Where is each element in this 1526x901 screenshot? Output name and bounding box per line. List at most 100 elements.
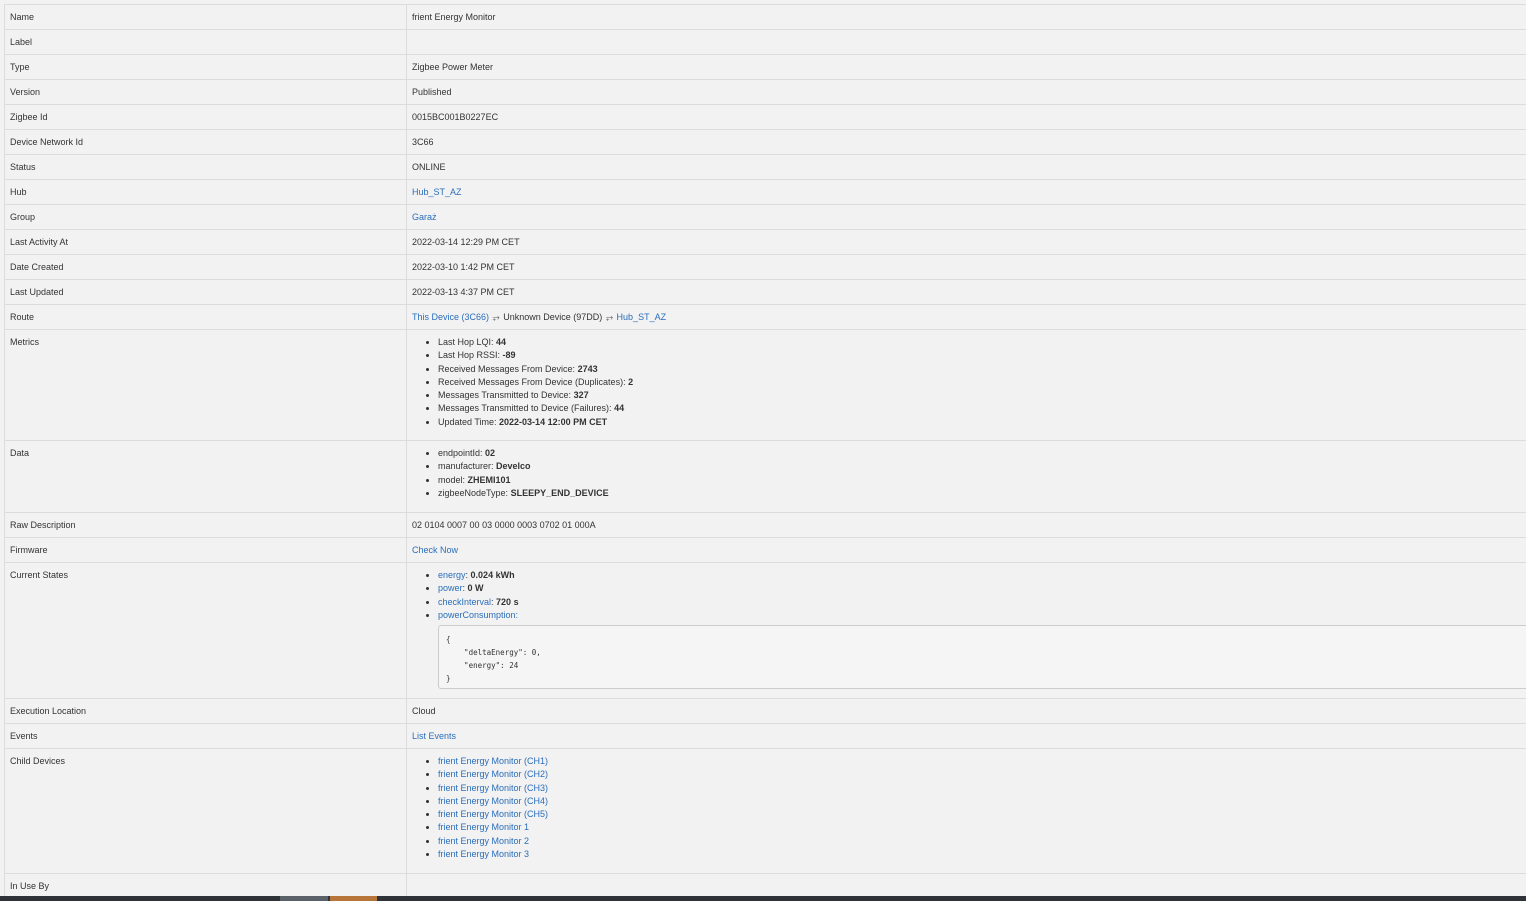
child-device-link[interactable]: frient Energy Monitor 1 xyxy=(438,822,529,832)
row-current-states: Current States energy: 0.024 kWh power: … xyxy=(4,562,1526,699)
metric-value: 327 xyxy=(573,390,589,401)
row-last-activity: Last Activity At 2022-03-14 12:29 PM CET xyxy=(4,229,1526,255)
route-hub-link[interactable]: Hub_ST_AZ xyxy=(617,312,667,322)
power-consumption-json: { "deltaEnergy": 0, "energy": 24 } xyxy=(438,625,1526,690)
metric-value: 44 xyxy=(496,337,507,347)
list-item: Messages Transmitted to Device: 327 xyxy=(438,389,1526,402)
data-key: manufacturer: xyxy=(438,461,497,472)
row-group: Group Garaż xyxy=(4,204,1526,230)
metric-value: 2022-03-14 12:00 PM CET xyxy=(499,416,608,427)
field-label: Device Network Id xyxy=(4,129,407,155)
list-item: zigbeeNodeType: SLEEPY_END_DEVICE xyxy=(438,487,1526,500)
field-label: Firmware xyxy=(4,537,407,563)
state-value: 0 W xyxy=(467,583,484,594)
list-item: frient Energy Monitor (CH3) xyxy=(438,782,1526,795)
field-label: In Use By xyxy=(4,873,407,899)
field-label: Last Activity At xyxy=(4,229,407,255)
data-key: endpointId: xyxy=(438,448,486,458)
in-use-by-value xyxy=(406,873,1526,899)
metrics-list: Last Hop LQI: 44 Last Hop RSSI: -89 Rece… xyxy=(412,336,1526,429)
list-item: energy: 0.024 kWh xyxy=(438,569,1526,582)
device-version-value: Published xyxy=(406,79,1526,105)
data-list: endpointId: 02 manufacturer: Develco mod… xyxy=(412,447,1526,500)
list-item: powerConsumption: xyxy=(438,609,1526,622)
state-checkinterval-link[interactable]: checkInterval xyxy=(438,597,491,607)
field-label: Route xyxy=(4,304,407,330)
list-item: frient Energy Monitor (CH2) xyxy=(438,768,1526,781)
metric-value: -89 xyxy=(502,350,516,361)
metric-key: Last Hop LQI: xyxy=(438,337,497,347)
field-label: Label xyxy=(4,29,407,55)
data-key: model: xyxy=(438,474,468,485)
data-value: ZHEMI101 xyxy=(467,474,511,485)
state-value: 0.024 kWh xyxy=(470,570,515,580)
row-route: Route This Device (3C66) ⥅ Unknown Devic… xyxy=(4,304,1526,330)
field-label: Version xyxy=(4,79,407,105)
child-device-link[interactable]: frient Energy Monitor (CH1) xyxy=(438,756,548,766)
row-execution-location: Execution Location Cloud xyxy=(4,698,1526,724)
list-events-link[interactable]: List Events xyxy=(412,731,456,741)
child-device-link[interactable]: frient Energy Monitor (CH2) xyxy=(438,769,548,779)
field-label: Zigbee Id xyxy=(4,104,407,130)
state-power-link[interactable]: power xyxy=(438,583,463,593)
metric-value: 2 xyxy=(628,376,634,387)
route-middle-device: Unknown Device (97DD) xyxy=(503,312,603,322)
field-label: Execution Location xyxy=(4,698,407,724)
device-network-id-value: 3C66 xyxy=(406,129,1526,155)
row-metrics: Metrics Last Hop LQI: 44 Last Hop RSSI: … xyxy=(4,329,1526,441)
group-link[interactable]: Garaż xyxy=(412,212,437,222)
metric-key: Received Messages From Device (Duplicate… xyxy=(438,376,629,387)
row-label: Label xyxy=(4,29,1526,55)
route-this-device-link[interactable]: This Device (3C66) xyxy=(412,312,489,322)
row-status: Status ONLINE xyxy=(4,154,1526,180)
execution-location-value: Cloud xyxy=(406,698,1526,724)
state-colon: : xyxy=(515,609,519,620)
field-label: Date Created xyxy=(4,254,407,280)
row-name: Name frient Energy Monitor xyxy=(4,4,1526,30)
list-item: frient Energy Monitor (CH4) xyxy=(438,795,1526,808)
row-version: Version Published xyxy=(4,79,1526,105)
row-data: Data endpointId: 02 manufacturer: Develc… xyxy=(4,440,1526,513)
list-item: frient Energy Monitor (CH1) xyxy=(438,755,1526,768)
field-label: Data xyxy=(4,440,407,513)
status-value: ONLINE xyxy=(406,154,1526,180)
child-device-link[interactable]: frient Energy Monitor 2 xyxy=(438,836,529,846)
field-label: Metrics xyxy=(4,329,407,441)
field-label: Raw Description xyxy=(4,512,407,538)
device-type-value: Zigbee Power Meter xyxy=(406,54,1526,80)
list-item: frient Energy Monitor 3 xyxy=(438,848,1526,861)
field-label: Group xyxy=(4,204,407,230)
metric-key: Received Messages From Device: xyxy=(438,363,578,374)
device-label-value xyxy=(406,29,1526,55)
list-item: frient Energy Monitor 1 xyxy=(438,821,1526,834)
field-label: Name xyxy=(4,4,407,30)
field-label: Type xyxy=(4,54,407,80)
list-item: frient Energy Monitor (CH5) xyxy=(438,808,1526,821)
list-item: Updated Time: 2022-03-14 12:00 PM CET xyxy=(438,416,1526,429)
last-updated-value: 2022-03-13 4:37 PM CET xyxy=(406,279,1526,305)
field-label: Events xyxy=(4,723,407,749)
check-now-link[interactable]: Check Now xyxy=(412,545,458,555)
list-item: manufacturer: Develco xyxy=(438,460,1526,473)
child-device-link[interactable]: frient Energy Monitor (CH4) xyxy=(438,796,548,806)
row-firmware: Firmware Check Now xyxy=(4,537,1526,563)
metric-key: Messages Transmitted to Device (Failures… xyxy=(438,403,615,414)
data-value: Develco xyxy=(496,461,531,472)
last-activity-value: 2022-03-14 12:29 PM CET xyxy=(406,229,1526,255)
current-states-list: energy: 0.024 kWh power: 0 W checkInterv… xyxy=(412,569,1526,622)
row-in-use-by: In Use By xyxy=(4,873,1526,899)
child-device-link[interactable]: frient Energy Monitor 3 xyxy=(438,849,529,859)
metric-value: 44 xyxy=(614,403,625,414)
state-energy-link[interactable]: energy xyxy=(438,570,466,580)
zigbee-id-value: 0015BC001B0227EC xyxy=(406,104,1526,130)
hub-link[interactable]: Hub_ST_AZ xyxy=(412,187,462,197)
metric-key: Last Hop RSSI: xyxy=(438,350,503,361)
list-item: frient Energy Monitor 2 xyxy=(438,835,1526,848)
taskbar-item-active[interactable] xyxy=(330,896,377,901)
state-powerconsumption-link[interactable]: powerConsumption xyxy=(438,610,516,620)
taskbar-item[interactable] xyxy=(280,896,328,901)
metric-value: 2743 xyxy=(577,363,598,374)
child-device-link[interactable]: frient Energy Monitor (CH3) xyxy=(438,783,548,793)
list-item: power: 0 W xyxy=(438,582,1526,595)
child-device-link[interactable]: frient Energy Monitor (CH5) xyxy=(438,809,548,819)
